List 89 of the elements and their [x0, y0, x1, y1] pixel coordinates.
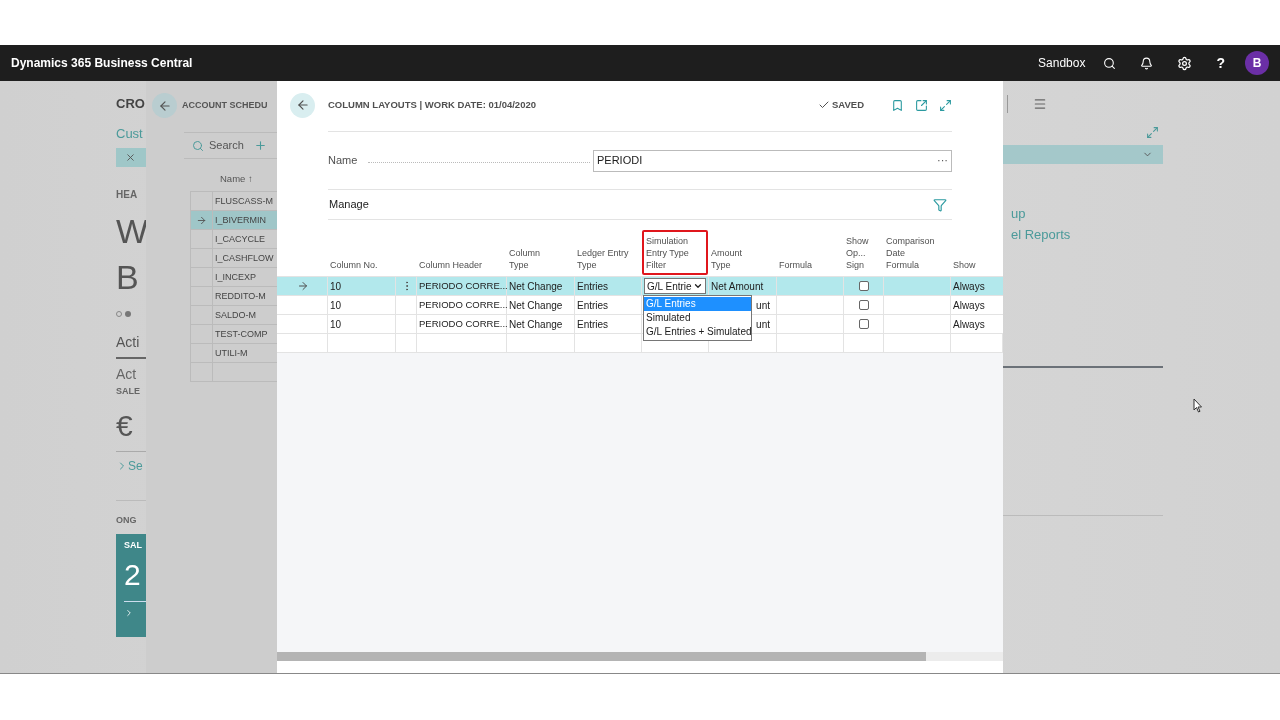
- table-cell-text: unt: [756, 317, 770, 332]
- field-value: PERIODI: [597, 153, 643, 169]
- column-header[interactable]: Amount Type: [711, 247, 743, 271]
- cue-tile[interactable]: SAL 2: [116, 534, 146, 637]
- table-cell-text: PERIODO CORRE...: [419, 297, 508, 312]
- environment-label: Sandbox: [1038, 55, 1086, 72]
- current-row-icon: [297, 280, 309, 292]
- column-header[interactable]: Column Type: [509, 247, 540, 271]
- section-heading: ONG: [116, 515, 138, 526]
- close-icon[interactable]: [125, 152, 136, 163]
- table-row[interactable]: 10 PERIODO CORRE...Net Change Entries G/L Entrie Net Amount Always: [277, 277, 1003, 296]
- table-cell-text: 10: [330, 317, 342, 332]
- lookup-button[interactable]: ···: [937, 152, 948, 169]
- headline-text: B: [116, 257, 140, 297]
- checkbox[interactable]: [858, 300, 869, 310]
- simulation-filter-select[interactable]: G/L Entrie: [644, 278, 706, 294]
- column-header[interactable]: Column Header: [419, 259, 483, 271]
- expand-icon[interactable]: [1146, 126, 1159, 139]
- column-header[interactable]: Show: [953, 259, 976, 271]
- filter-icon[interactable]: [933, 197, 947, 212]
- column-header[interactable]: Comparison Date Formula: [886, 235, 935, 271]
- expand-icon[interactable]: [939, 98, 952, 112]
- menu-icon[interactable]: [1033, 97, 1047, 111]
- tile-label: SAL: [124, 540, 143, 551]
- user-avatar[interactable]: B: [1245, 51, 1269, 75]
- table-cell-text: 10: [330, 298, 342, 313]
- list-cell-text: I_INCEXP: [214, 271, 256, 284]
- bookmark-icon[interactable]: [891, 98, 904, 112]
- table-cell-text: Always: [953, 279, 985, 294]
- table-cell-text: Net Change: [509, 298, 563, 313]
- field-label: Name: [328, 153, 359, 169]
- back-icon: [295, 98, 310, 112]
- app-title[interactable]: Dynamics 365 Business Central: [11, 54, 193, 72]
- checkbox[interactable]: [858, 319, 869, 329]
- mouse-pointer-icon: [1193, 398, 1203, 413]
- table-cell-text: Entries: [577, 298, 609, 313]
- list-cell-text: FLUSCASS-M: [214, 195, 273, 208]
- add-icon[interactable]: [253, 139, 267, 152]
- list-cell-text: I_CACYCLE: [214, 233, 266, 246]
- settings-icon[interactable]: [1177, 55, 1193, 71]
- search-icon[interactable]: [1103, 56, 1117, 70]
- list-cell-text: REDDITO-M: [214, 290, 266, 303]
- table-cell-text: 10: [330, 279, 342, 294]
- table-cell-text: Net Amount: [711, 279, 764, 294]
- search-button[interactable]: Search: [209, 137, 244, 154]
- chevron-icon: [693, 281, 703, 291]
- current-row-icon: [196, 214, 207, 226]
- list-cell-text: I_BIVERMIN: [214, 214, 266, 227]
- checkbox[interactable]: [858, 281, 869, 291]
- column-header[interactable]: Formula: [779, 259, 812, 271]
- tile-value: 2: [124, 557, 142, 593]
- help-button[interactable]: ?: [1216, 52, 1225, 74]
- table-cell-text: Always: [953, 298, 985, 313]
- table-cell-text: Always: [953, 317, 985, 332]
- list-cell-text: TEST-COMP: [214, 328, 268, 341]
- manage-button[interactable]: Manage: [328, 196, 369, 213]
- check-icon: [817, 99, 830, 111]
- name-field[interactable]: PERIODI ···: [593, 149, 952, 172]
- list-cell-text: I_CASHFLOW: [214, 252, 274, 265]
- table-cell-text: Net Change: [509, 279, 563, 294]
- table-cell-text: PERIODO CORRE...: [419, 316, 508, 331]
- back-button[interactable]: [290, 92, 315, 118]
- save-status: SAVED: [831, 97, 864, 112]
- column-header[interactable]: Simulation Entry Type Filter: [642, 230, 708, 275]
- column-header[interactable]: Name ↑: [220, 173, 253, 185]
- notification-icon[interactable]: [1140, 56, 1154, 70]
- amount-text: €: [116, 409, 134, 443]
- list-cell-text: UTILI-M: [214, 347, 248, 360]
- column-header[interactable]: Show Op... Sign: [846, 235, 869, 271]
- cue-label: SALE: [116, 386, 141, 397]
- section-heading: Act: [116, 366, 138, 382]
- table-cell-text: Entries: [577, 317, 609, 332]
- table-cell-text: Net Change: [509, 317, 563, 332]
- list-cell-text: SALDO-M: [214, 309, 256, 322]
- column-header[interactable]: Ledger Entry Type: [577, 247, 629, 271]
- dialog-title: COLUMN LAYOUTS | WORK DATE: 01/04/2020: [328, 97, 536, 112]
- section-heading: HEA: [116, 189, 139, 201]
- page-title: CRO: [116, 96, 146, 112]
- column-header[interactable]: Column No.: [330, 259, 378, 271]
- back-icon: [157, 98, 172, 113]
- share-icon[interactable]: [915, 98, 928, 112]
- table-cell-text: Entries: [577, 279, 609, 294]
- list-row[interactable]: I_BIVERMIN: [191, 211, 277, 230]
- panel-title: ACCOUNT SCHEDU: [182, 98, 268, 112]
- table-cell-text: unt: [756, 298, 770, 313]
- table-cell-text: PERIODO CORRE...: [419, 278, 508, 293]
- chevron-icon: [124, 608, 134, 618]
- back-button[interactable]: [152, 93, 177, 118]
- headline-text: W: [116, 211, 146, 251]
